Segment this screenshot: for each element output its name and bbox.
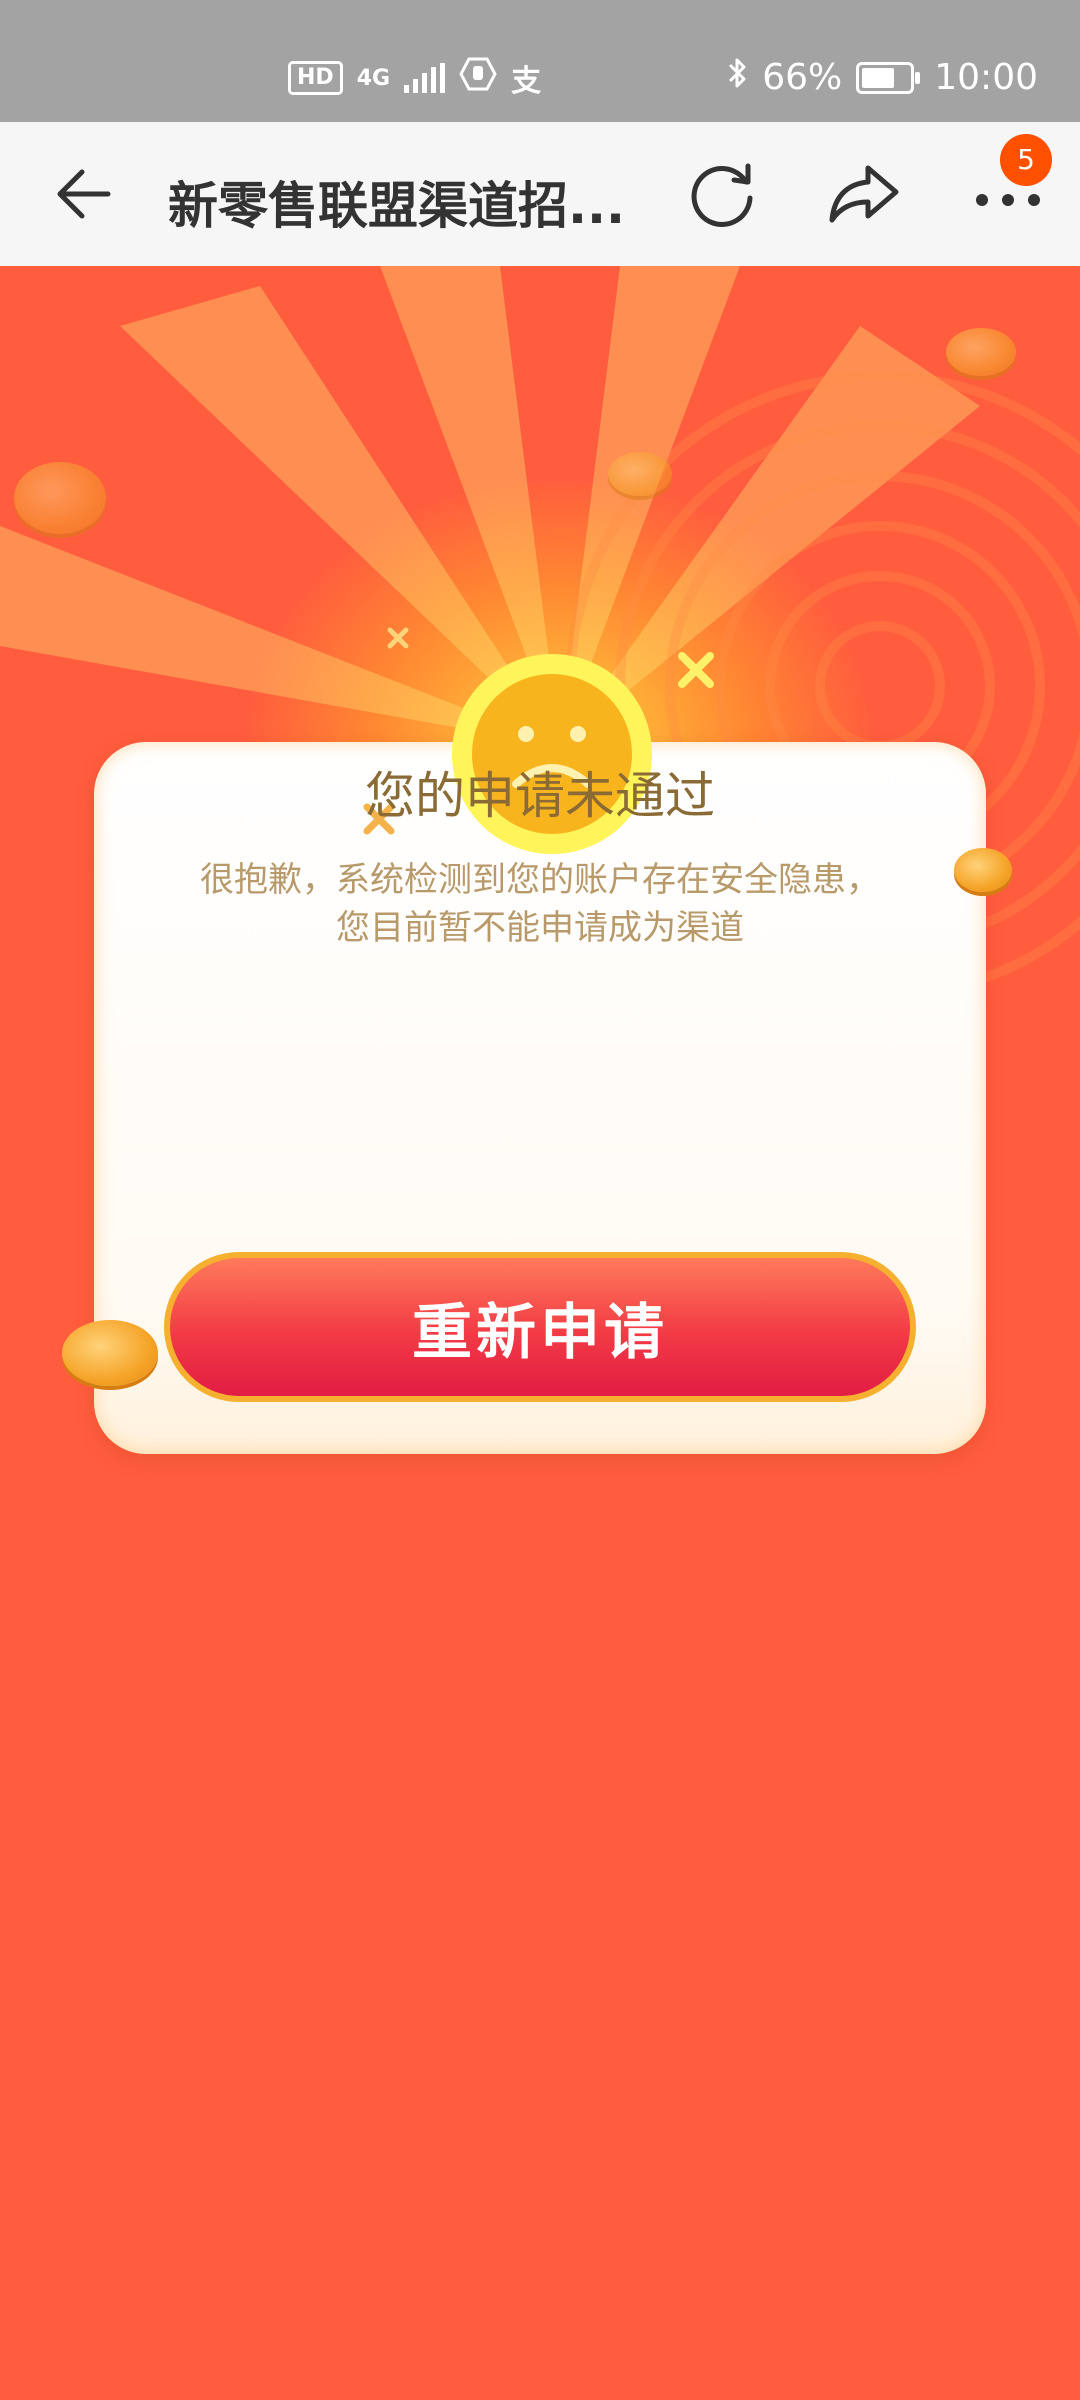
coin-decoration: [62, 1320, 158, 1386]
refresh-button[interactable]: [680, 152, 764, 236]
alipay-icon: 支: [511, 64, 542, 99]
status-right-group: 66% 10:00: [726, 56, 1038, 99]
result-headline: 您的申请未通过: [365, 767, 715, 825]
description-line: 您目前暂不能申请成为渠道: [336, 908, 744, 948]
battery-percent: 66%: [762, 57, 843, 98]
reapply-button[interactable]: 重新申请: [164, 1252, 916, 1402]
status-left-group: HD 4G 支: [288, 56, 541, 100]
sparkle-decoration: [678, 652, 714, 688]
coin-decoration: [14, 462, 106, 534]
coin-decoration: [608, 452, 672, 496]
sparkle-decoration: [387, 627, 409, 649]
clock: 10:00: [934, 57, 1038, 98]
description-line: 很抱歉，系统检测到您的账户存在安全隐患，: [200, 860, 880, 900]
page-title: 新零售联盟渠道招...: [168, 177, 625, 235]
back-arrow-icon: [57, 169, 111, 219]
bluetooth-icon: [726, 56, 748, 99]
refresh-icon: [691, 163, 753, 227]
status-bar: HD 4G 支 66% 10:00: [0, 0, 1080, 122]
coin-decoration: [946, 328, 1016, 376]
share-button[interactable]: [822, 152, 906, 236]
battery-icon: [856, 61, 921, 94]
hd-icon: HD: [288, 61, 343, 95]
back-button[interactable]: [48, 156, 124, 232]
top-navigation-bar: 新零售联盟渠道招... 5: [0, 122, 1080, 266]
hand-shield-icon: [459, 57, 497, 99]
notification-badge: 5: [1000, 134, 1052, 186]
signal-icon: [404, 63, 446, 93]
share-icon: [829, 165, 899, 223]
network-type: 4G: [356, 65, 391, 91]
result-description: 很抱歉，系统检测到您的账户存在安全隐患， 您目前暂不能申请成为渠道: [94, 856, 986, 952]
